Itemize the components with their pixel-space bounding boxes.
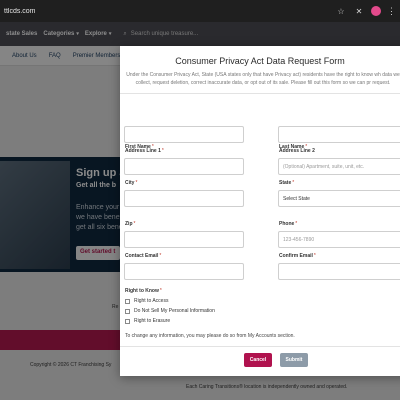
zip-input[interactable]: [124, 231, 244, 248]
address1-input[interactable]: [124, 158, 244, 175]
contact-email-label: Contact Email*: [125, 253, 162, 259]
right-to-erasure-option[interactable]: Right to Erasure: [125, 318, 170, 324]
right-to-access-option[interactable]: Right to Access: [125, 298, 168, 304]
browser-menu-icon[interactable]: ⋮: [387, 6, 396, 17]
bookmark-star-icon[interactable]: ☆: [335, 5, 347, 17]
modal-description: Under the Consumer Privacy Act, State (U…: [126, 72, 400, 86]
city-input[interactable]: [124, 190, 244, 207]
right-to-access-checkbox[interactable]: [125, 298, 130, 304]
extension-icon[interactable]: ✕: [353, 5, 365, 17]
address2-input[interactable]: (Optional) Apartment, suite, unit, etc.: [278, 158, 400, 175]
last-name-input[interactable]: [278, 126, 400, 143]
phone-input[interactable]: 123-456-7890: [278, 231, 400, 248]
address1-label: Address Line 1*: [125, 148, 164, 154]
profile-avatar[interactable]: [371, 6, 381, 16]
state-label: State*: [279, 180, 295, 186]
modal-divider: [120, 93, 400, 94]
browser-toolbar: ttlcds.com ☆ ✕ ⋮: [0, 0, 400, 22]
modal-footer-divider: [120, 346, 400, 347]
submit-button[interactable]: Submit: [280, 353, 308, 367]
zip-label: Zip*: [125, 221, 136, 227]
address2-label: Address Line 2: [279, 148, 315, 154]
right-to-know-label: Right to Know*: [125, 288, 162, 294]
city-label: City*: [125, 180, 138, 186]
right-to-erasure-checkbox[interactable]: [125, 318, 130, 324]
contact-email-input[interactable]: [124, 263, 244, 280]
do-not-sell-checkbox[interactable]: [125, 308, 130, 314]
account-change-note: To change any information, you may pleas…: [125, 333, 295, 339]
privacy-request-modal: Consumer Privacy Act Data Request Form U…: [120, 46, 400, 376]
do-not-sell-option[interactable]: Do Not Sell My Personal Information: [125, 308, 215, 314]
first-name-input[interactable]: [124, 126, 244, 143]
confirm-email-label: Confirm Email*: [279, 253, 316, 259]
address-bar[interactable]: ttlcds.com: [4, 8, 335, 15]
phone-label: Phone*: [279, 221, 298, 227]
modal-title: Consumer Privacy Act Data Request Form: [175, 56, 345, 66]
state-select[interactable]: Select State: [278, 190, 400, 207]
confirm-email-input[interactable]: [278, 263, 400, 280]
cancel-button[interactable]: Cancel: [244, 353, 272, 367]
